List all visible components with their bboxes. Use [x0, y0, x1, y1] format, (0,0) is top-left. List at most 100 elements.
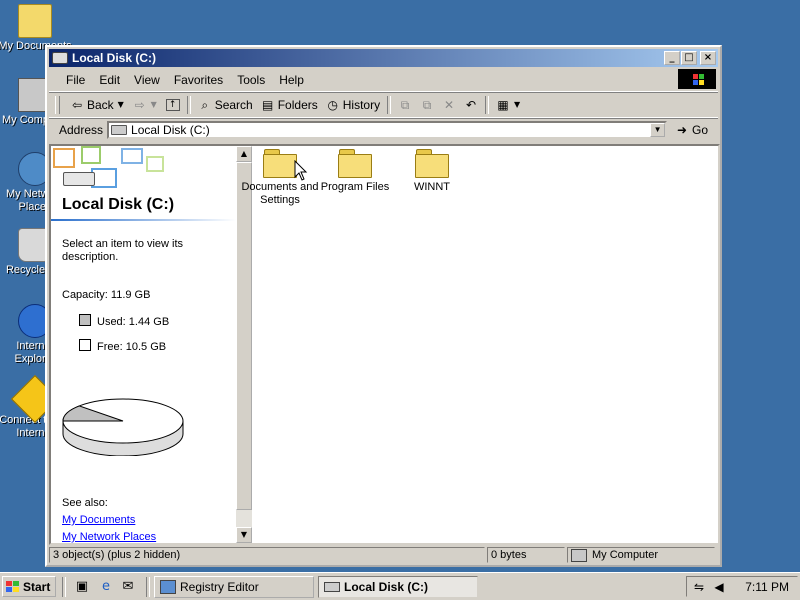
capacity-text: Capacity: 11.9 GB [62, 289, 151, 301]
menu-tools[interactable]: Tools [230, 73, 272, 87]
close-button[interactable]: × [700, 51, 716, 65]
drive-icon [63, 172, 95, 186]
maximize-button[interactable]: □ [681, 51, 697, 65]
drive-icon [324, 582, 340, 592]
used-legend: Used: 1.44 GB [79, 314, 169, 329]
pane-title: Local Disk (C:) [62, 196, 175, 213]
dropdown-arrow-icon[interactable]: ▼ [117, 98, 125, 112]
dropdown-arrow-icon: ▼ [514, 100, 521, 109]
go-button[interactable]: ➜ Go [675, 123, 708, 137]
link-my-documents[interactable]: My Documents [62, 514, 135, 527]
folder-label: Documents and Settings [241, 181, 319, 206]
address-input[interactable]: Local Disk (C:) ▼ [107, 121, 668, 139]
forward-button[interactable]: ⇨ ▼ [129, 98, 162, 112]
taskbar: Start ▣ e ✉ Registry Editor Local Disk (… [0, 572, 800, 600]
search-label: Search [214, 98, 253, 112]
windows-logo-icon [678, 69, 716, 89]
delete-button[interactable]: ✕ [438, 98, 460, 112]
folders-icon: ▤ [262, 98, 274, 112]
history-button[interactable]: ◷ History [322, 98, 384, 112]
scroll-thumb[interactable] [236, 162, 252, 510]
file-list: Documents and Settings Program Files WIN… [241, 146, 718, 543]
network-status-icon[interactable]: ⇋ [691, 580, 707, 594]
drive-icon [52, 52, 68, 64]
folder-item-program-files[interactable]: Program Files [315, 149, 395, 194]
task-registry-editor[interactable]: Registry Editor [154, 576, 314, 598]
divider [51, 219, 236, 221]
history-icon: ◷ [327, 98, 338, 112]
copy-to-button[interactable]: ⧉ [416, 98, 438, 112]
drive-icon [111, 125, 128, 135]
mouse-cursor-icon [294, 160, 308, 181]
menu-edit[interactable]: Edit [92, 73, 127, 87]
taskbar-separator [146, 577, 150, 597]
status-zone-label: My Computer [592, 549, 659, 561]
title-bar[interactable]: Local Disk (C:) _ □ × [49, 49, 718, 67]
menu-help[interactable]: Help [272, 73, 311, 87]
address-bar: Address Local Disk (C:) ▼ ➜ Go [49, 118, 718, 142]
folder-label: Program Files [320, 181, 390, 193]
task-local-disk[interactable]: Local Disk (C:) [318, 576, 478, 598]
status-zone: My Computer [567, 547, 715, 563]
windows-logo-icon [6, 580, 20, 593]
up-folder-icon: ↑ [165, 99, 180, 111]
system-tray: ⇋ ◀ 7:11 PM [686, 576, 798, 597]
window-title: Local Disk (C:) [72, 51, 157, 65]
back-label: Back [87, 98, 114, 112]
show-desktop-icon[interactable]: ▣ [74, 579, 90, 595]
forward-arrow-icon: ⇨ [134, 98, 145, 112]
used-text: Used: 1.44 GB [97, 316, 170, 328]
task-label: Local Disk (C:) [344, 580, 429, 594]
used-swatch [79, 314, 91, 326]
back-button[interactable]: ⇦ Back ▼ [66, 98, 129, 112]
minimize-button[interactable]: _ [664, 51, 680, 65]
menu-bar: File Edit View Favorites Tools Help [49, 69, 718, 92]
see-also-label: See also: [62, 497, 108, 509]
address-label: Address [59, 123, 104, 137]
menu-file[interactable]: File [59, 73, 92, 87]
folder-icon [18, 4, 52, 38]
go-arrow-icon: ➜ [677, 123, 688, 137]
folders-button[interactable]: ▤ Folders [257, 98, 322, 112]
folder-item-winnt[interactable]: WINNT [392, 149, 472, 194]
clock[interactable]: 7:11 PM [745, 580, 789, 594]
folder-item-documents-and-settings[interactable]: Documents and Settings [240, 149, 320, 207]
computer-icon [571, 548, 587, 562]
menu-favorites[interactable]: Favorites [167, 73, 230, 87]
undo-button[interactable]: ↶ [460, 98, 482, 112]
outlook-express-icon[interactable]: ✉ [120, 579, 136, 595]
views-icon: ▦ [497, 98, 509, 112]
explorer-window: Local Disk (C:) _ □ × File Edit View Fav… [45, 45, 722, 567]
delete-icon: ✕ [444, 98, 455, 112]
undo-icon: ↶ [466, 98, 477, 112]
folder-icon [263, 149, 297, 178]
views-button[interactable]: ▦ ▼ [492, 98, 525, 112]
status-objects: 3 object(s) (plus 2 hidden) [49, 547, 485, 563]
address-dropdown-button[interactable]: ▼ [650, 123, 666, 137]
taskbar-separator [62, 577, 66, 597]
free-legend: Free: 10.5 GB [79, 339, 166, 354]
folder-label: WINNT [413, 181, 451, 193]
scroll-down-button[interactable]: ▼ [236, 527, 252, 543]
toolbar-grip[interactable] [55, 96, 60, 114]
search-button[interactable]: ⌕ Search [194, 98, 257, 112]
task-label: Registry Editor [180, 580, 259, 594]
go-label: Go [692, 123, 709, 137]
start-label: Start [23, 579, 51, 594]
start-button[interactable]: Start [2, 576, 56, 597]
move-to-icon: ⧉ [400, 98, 410, 112]
history-label: History [342, 98, 381, 112]
folder-icon [415, 149, 449, 178]
menu-view[interactable]: View [127, 73, 167, 87]
internet-explorer-icon[interactable]: e [98, 579, 114, 595]
status-size: 0 bytes [487, 547, 565, 563]
copy-to-icon: ⧉ [422, 98, 432, 112]
up-folder-button[interactable]: ↑ [162, 99, 184, 111]
move-to-button[interactable]: ⧉ [394, 98, 416, 112]
info-pane: Local Disk (C:) Select an item to view i… [51, 146, 236, 543]
volume-icon[interactable]: ◀ [711, 580, 727, 594]
link-my-network-places[interactable]: My Network Places [62, 531, 156, 543]
dropdown-arrow-icon: ▼ [150, 100, 157, 109]
status-bar: 3 object(s) (plus 2 hidden) 0 bytes My C… [49, 547, 720, 565]
search-icon: ⌕ [201, 98, 209, 112]
